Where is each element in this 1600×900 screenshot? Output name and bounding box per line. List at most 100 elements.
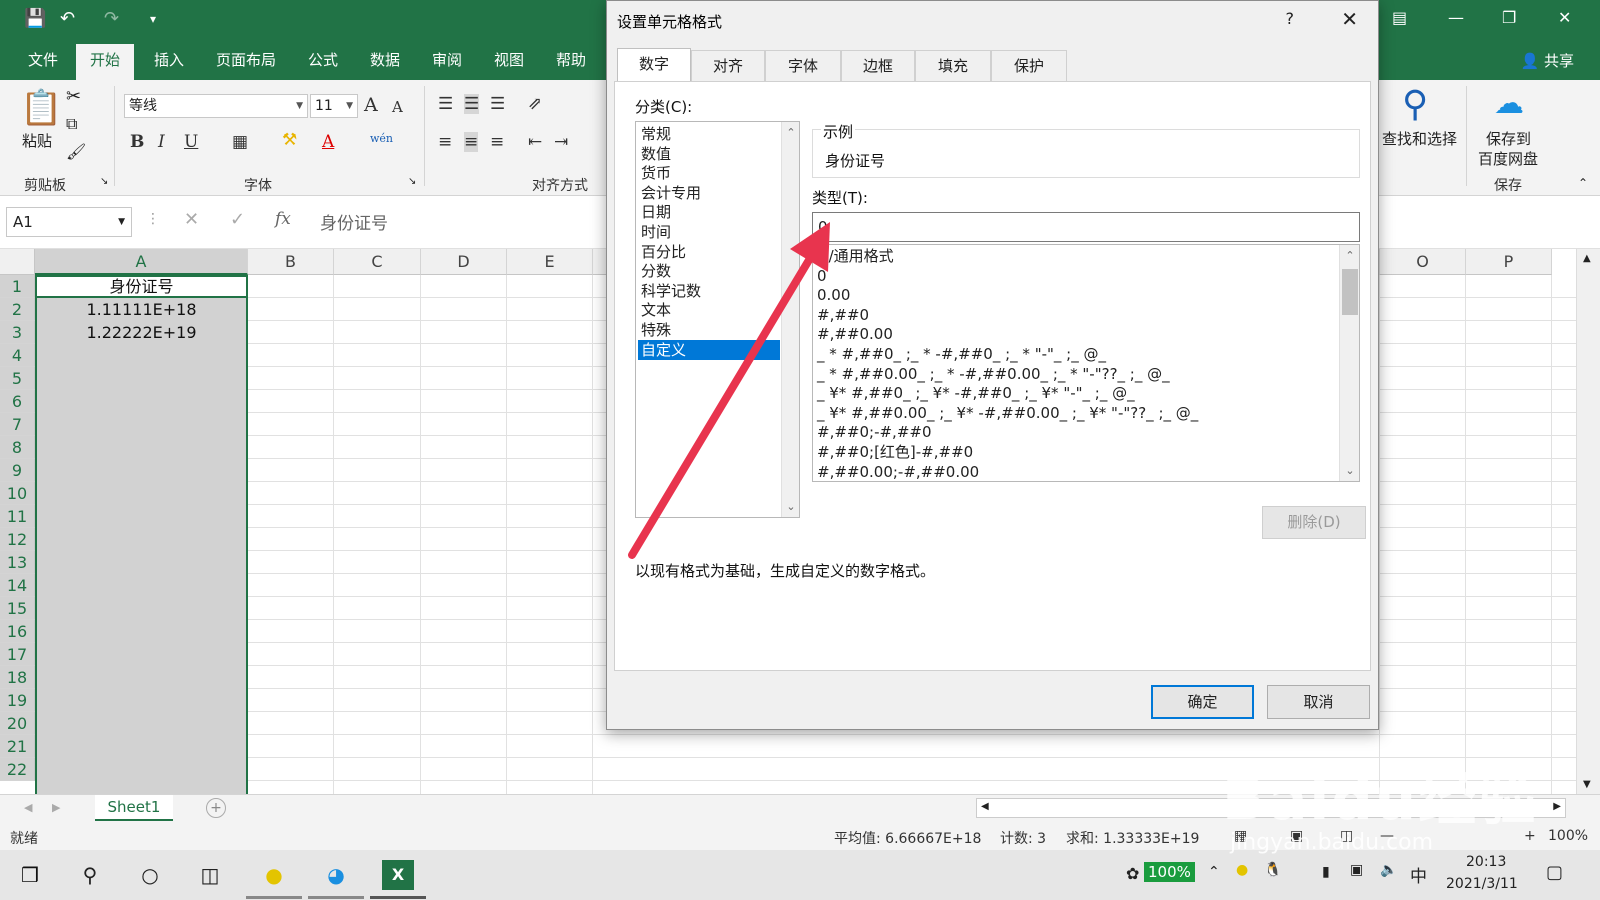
category-item[interactable]: 分数 bbox=[638, 261, 780, 281]
tab-data[interactable]: 数据 bbox=[356, 48, 414, 80]
battery-percent[interactable]: 100% bbox=[1144, 862, 1195, 882]
save-icon[interactable]: 💾 bbox=[24, 8, 46, 29]
cell-a1[interactable]: 身份证号 bbox=[35, 275, 248, 298]
copy-icon[interactable]: ⧉ bbox=[66, 114, 77, 134]
prev-sheet-icon[interactable]: ◀ bbox=[24, 801, 32, 814]
row-header[interactable]: 7 bbox=[0, 413, 35, 436]
category-item[interactable]: 自定义 bbox=[638, 339, 780, 360]
formula-content[interactable]: 身份证号 bbox=[320, 209, 388, 234]
tab-review[interactable]: 审阅 bbox=[418, 48, 476, 80]
cut-icon[interactable]: ✂ bbox=[66, 86, 81, 107]
increase-indent-icon[interactable]: ⇥ bbox=[554, 132, 568, 152]
tab-insert[interactable]: 插入 bbox=[140, 48, 198, 80]
phonetic-icon[interactable]: wén bbox=[370, 132, 393, 145]
paste-icon[interactable]: 📋 bbox=[20, 88, 62, 128]
category-item[interactable]: 科学记数 bbox=[638, 281, 780, 301]
decrease-indent-icon[interactable]: ⇤ bbox=[528, 132, 542, 152]
italic-button[interactable]: I bbox=[158, 132, 165, 152]
add-sheet-icon[interactable]: + bbox=[206, 798, 226, 818]
tab-alignment[interactable]: 对齐 bbox=[691, 50, 765, 81]
drag-handle-icon[interactable]: ⋮ bbox=[146, 211, 160, 227]
category-item[interactable]: 货币 bbox=[638, 163, 780, 183]
column-header-p[interactable]: P bbox=[1466, 249, 1552, 275]
scroll-left-icon[interactable]: ◀ bbox=[981, 801, 989, 812]
grow-font-icon[interactable]: A bbox=[364, 94, 378, 116]
excel-icon[interactable]: X bbox=[382, 860, 414, 890]
vertical-scrollbar[interactable]: ▲ ▼ bbox=[1576, 249, 1600, 794]
row-header[interactable]: 6 bbox=[0, 390, 35, 413]
tab-home[interactable]: 开始 bbox=[76, 44, 135, 80]
align-center-icon[interactable]: ≡ bbox=[464, 132, 479, 152]
tab-file[interactable]: 文件 bbox=[14, 48, 72, 80]
row-header[interactable]: 11 bbox=[0, 505, 35, 528]
restore-icon[interactable]: ❐ bbox=[1502, 8, 1516, 27]
column-header-b[interactable]: B bbox=[248, 249, 334, 275]
format-code-item[interactable]: #,##0;[红色]-#,##0 bbox=[817, 442, 973, 462]
format-list-scrollbar[interactable]: ⌃ ⌄ bbox=[1339, 245, 1359, 481]
minimize-icon[interactable]: — bbox=[1448, 8, 1464, 27]
column-header-e[interactable]: E bbox=[507, 249, 593, 275]
row-header[interactable]: 8 bbox=[0, 436, 35, 459]
notification-icon[interactable]: ▢ bbox=[1546, 862, 1563, 883]
format-code-item[interactable]: #,##0;-#,##0 bbox=[817, 422, 932, 442]
orientation-icon[interactable]: ⇗ bbox=[528, 94, 542, 114]
scroll-right-icon[interactable]: ▶ bbox=[1553, 801, 1561, 812]
show-hidden-icons-icon[interactable]: ⌃ bbox=[1208, 864, 1220, 880]
tab-page-layout[interactable]: 页面布局 bbox=[202, 48, 290, 80]
format-code-item[interactable]: _ ¥* #,##0.00_ ;_ ¥* -#,##0.00_ ;_ ¥* "-… bbox=[817, 403, 1198, 423]
cell-a3[interactable]: 1.22222E+19 bbox=[35, 321, 248, 344]
search-taskbar-icon[interactable]: ⚲ bbox=[74, 860, 106, 890]
align-right-icon[interactable]: ≡ bbox=[490, 132, 504, 152]
format-code-item[interactable]: _ * #,##0.00_ ;_ * -#,##0.00_ ;_ * "-"??… bbox=[817, 364, 1170, 384]
scroll-up-icon[interactable]: ⌃ bbox=[1340, 249, 1359, 262]
align-top-icon[interactable]: ☰ bbox=[438, 94, 453, 114]
cancel-button[interactable]: 取消 bbox=[1267, 685, 1370, 719]
find-select-button[interactable]: 查找和选择 bbox=[1382, 128, 1457, 149]
row-header[interactable]: 5 bbox=[0, 367, 35, 390]
clipboard-launcher-icon[interactable]: ↘ bbox=[100, 176, 108, 187]
format-code-item[interactable]: #,##0.00;-#,##0.00 bbox=[817, 462, 979, 481]
tab-help[interactable]: 帮助 bbox=[542, 48, 600, 80]
bold-button[interactable]: B bbox=[130, 132, 144, 152]
align-middle-icon[interactable]: ☰ bbox=[464, 94, 480, 114]
row-header[interactable]: 22 bbox=[0, 758, 35, 781]
column-header-o[interactable]: O bbox=[1380, 249, 1466, 275]
scroll-down-icon[interactable]: ▼ bbox=[1583, 779, 1591, 790]
name-box[interactable]: A1 ▼ bbox=[6, 207, 132, 237]
network-icon[interactable]: ▣ bbox=[1350, 862, 1363, 878]
category-item[interactable]: 文本 bbox=[638, 300, 780, 320]
ime-indicator[interactable]: 中 bbox=[1410, 862, 1427, 887]
tab-view[interactable]: 视图 bbox=[480, 48, 538, 80]
row-header[interactable]: 16 bbox=[0, 620, 35, 643]
save-to-baidu-label-1[interactable]: 保存到 bbox=[1486, 128, 1531, 149]
customize-qat-icon[interactable]: ▾ bbox=[150, 12, 156, 26]
type-input[interactable]: 0 bbox=[812, 212, 1360, 242]
scroll-up-icon[interactable]: ▲ bbox=[1583, 253, 1591, 264]
format-code-list[interactable]: G/通用格式 0 0.00 #,##0 #,##0.00 _ * #,##0_ ;_ * … bbox=[812, 244, 1360, 482]
row-header[interactable]: 17 bbox=[0, 643, 35, 666]
category-scrollbar[interactable]: ⌃ ⌄ bbox=[781, 122, 799, 517]
undo-icon[interactable]: ↶ bbox=[60, 8, 75, 29]
close-window-icon[interactable]: ✕ bbox=[1558, 8, 1571, 27]
paste-button[interactable]: 粘贴 bbox=[22, 130, 52, 151]
scroll-down-icon[interactable]: ⌄ bbox=[782, 500, 800, 513]
row-header[interactable]: 4 bbox=[0, 344, 35, 367]
tab-protection[interactable]: 保护 bbox=[991, 50, 1067, 81]
category-item[interactable]: 百分比 bbox=[638, 242, 780, 262]
font-size-combo[interactable]: 11 ▼ bbox=[310, 94, 358, 118]
shrink-font-icon[interactable]: A bbox=[392, 98, 403, 116]
font-name-combo[interactable]: 等线 ▼ bbox=[124, 94, 308, 118]
font-launcher-icon[interactable]: ↘ bbox=[408, 176, 416, 187]
scroll-down-icon[interactable]: ⌄ bbox=[1340, 464, 1359, 477]
tab-formulas[interactable]: 公式 bbox=[294, 48, 352, 80]
confirm-entry-icon[interactable]: ✓ bbox=[230, 209, 245, 230]
insert-function-icon[interactable]: fx bbox=[275, 209, 291, 229]
category-item[interactable]: 常规 bbox=[638, 124, 780, 144]
tray-music-icon[interactable]: ● bbox=[1236, 862, 1248, 878]
row-header[interactable]: 10 bbox=[0, 482, 35, 505]
edge-icon[interactable]: ◕ bbox=[320, 860, 352, 890]
search-icon[interactable]: ⚲ bbox=[1402, 84, 1428, 125]
format-painter-icon[interactable]: 🖌 bbox=[66, 142, 86, 161]
zoom-level[interactable]: 100% bbox=[1548, 828, 1588, 844]
format-code-item[interactable]: _ ¥* #,##0_ ;_ ¥* -#,##0_ ;_ ¥* "-"_ ;_ … bbox=[817, 383, 1135, 403]
